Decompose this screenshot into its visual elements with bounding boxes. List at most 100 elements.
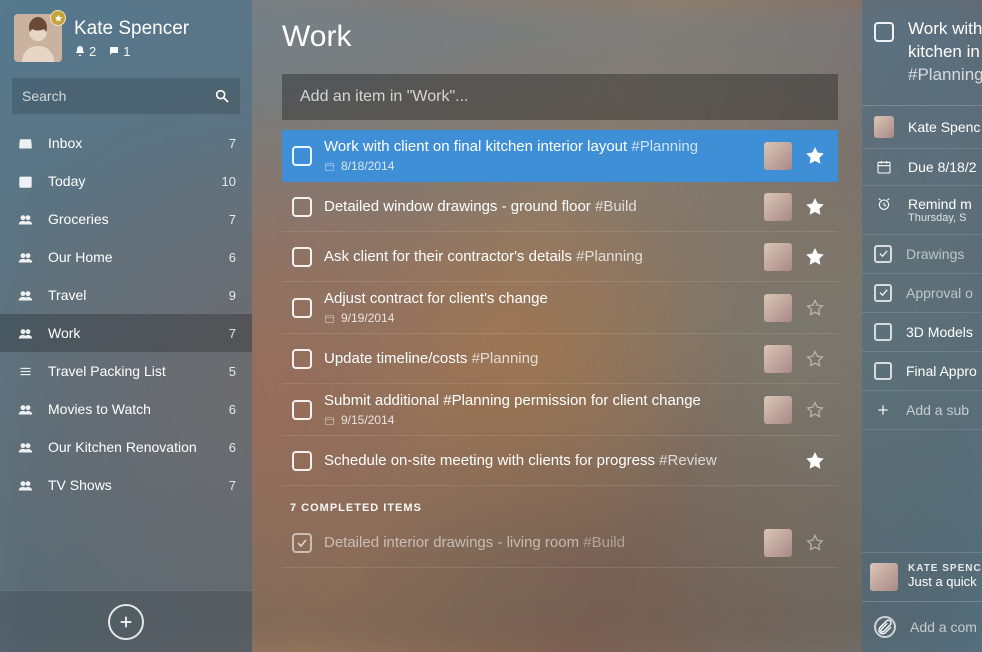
task-date: 8/18/2014 [324,159,752,173]
sidebar: Kate Spencer 2 1 Inbox 731 Today 10 Groc… [0,0,252,652]
comments-stat[interactable]: 1 [108,44,130,59]
star-button[interactable] [804,450,826,472]
nav-label: Today [48,173,222,189]
search-input[interactable] [22,88,214,104]
people-icon [16,402,34,417]
bell-icon [74,45,86,57]
add-item-input[interactable]: Add an item in "Work"... [282,74,838,120]
nav-count: 7 [229,478,236,493]
task-title: Update timeline/costs #Planning [324,350,752,367]
completed-list: Detailed interior drawings - living room… [282,518,838,568]
comment-text: Just a quick [908,574,982,589]
task-row[interactable]: Adjust contract for client's change 9/19… [282,282,838,334]
add-list-button[interactable] [108,604,144,640]
star-button[interactable] [804,145,826,167]
task-row[interactable]: Detailed interior drawings - living room… [282,518,838,568]
comment-icon [108,45,120,57]
detail-title: Work with kitchen in #Planning [908,18,982,87]
task-row[interactable]: Schedule on-site meeting with clients fo… [282,436,838,486]
sidebar-item-travel[interactable]: Travel 9 [0,276,252,314]
main-panel: Work Add an item in "Work"... Work with … [252,0,862,652]
calendar-icon [874,159,894,175]
sidebar-item-today[interactable]: 31 Today 10 [0,162,252,200]
task-title: Ask client for their contractor's detail… [324,248,752,265]
task-row[interactable]: Ask client for their contractor's detail… [282,232,838,282]
subtask-checkbox[interactable] [874,284,892,302]
assignee-avatar [764,345,792,373]
nav-label: Work [48,325,229,341]
task-list: Work with client on final kitchen interi… [282,130,838,486]
subtask-row[interactable]: Drawings [862,235,982,274]
task-row[interactable]: Work with client on final kitchen interi… [282,130,838,182]
subtask-row[interactable]: 3D Models [862,313,982,352]
sidebar-item-travel-packing-list[interactable]: Travel Packing List 5 [0,352,252,390]
avatar-wrap[interactable] [14,14,62,62]
sidebar-item-groceries[interactable]: Groceries 7 [0,200,252,238]
task-checkbox[interactable] [292,298,312,318]
task-row[interactable]: Update timeline/costs #Planning [282,334,838,384]
user-name[interactable]: Kate Spencer [74,18,189,40]
star-button[interactable] [804,348,826,370]
people-icon [16,440,34,455]
task-checkbox[interactable] [292,247,312,267]
subtask-checkbox[interactable] [874,245,892,263]
star-button[interactable] [804,297,826,319]
add-subtask[interactable]: Add a sub [862,391,982,430]
nav-label: Our Kitchen Renovation [48,439,229,455]
subtask-row[interactable]: Approval o [862,274,982,313]
people-icon [16,478,34,493]
comment-avatar [870,563,898,591]
nav-count: 9 [229,288,236,303]
nav-count: 7 [229,136,236,151]
sidebar-item-work[interactable]: Work 7 [0,314,252,352]
add-comment[interactable]: Add a com [862,601,982,652]
star-button[interactable] [804,532,826,554]
assignee-avatar [764,294,792,322]
assignee-avatar [764,396,792,424]
nav-label: Inbox [48,135,229,151]
task-checkbox[interactable] [292,349,312,369]
subtask-label: Final Appro [906,363,977,379]
sidebar-item-inbox[interactable]: Inbox 7 [0,124,252,162]
task-title: Adjust contract for client's change [324,290,752,307]
nav-label: Our Home [48,249,229,265]
sidebar-item-tv-shows[interactable]: TV Shows 7 [0,466,252,504]
task-row[interactable]: Detailed window drawings - ground floor … [282,182,838,232]
detail-reminder[interactable]: Remind m Thursday, S [862,186,982,235]
subtask-checkbox[interactable] [874,362,892,380]
subtask-list: Drawings Approval o 3D Models Final Appr… [862,235,982,391]
search-box[interactable] [12,78,240,114]
detail-checkbox[interactable] [874,22,894,42]
nav-label: Travel [48,287,229,303]
task-title: Detailed interior drawings - living room… [324,534,752,551]
list-title: Work [282,20,838,54]
star-button[interactable] [804,399,826,421]
star-button[interactable] [804,196,826,218]
task-checkbox[interactable] [292,146,312,166]
sidebar-item-our-kitchen-renovation[interactable]: Our Kitchen Renovation 6 [0,428,252,466]
sidebar-item-movies-to-watch[interactable]: Movies to Watch 6 [0,390,252,428]
task-checkbox[interactable] [292,197,312,217]
task-title: Work with client on final kitchen interi… [324,138,752,155]
subtask-checkbox[interactable] [874,323,892,341]
task-row[interactable]: Submit additional #Planning permission f… [282,384,838,436]
subtask-label: 3D Models [906,324,973,340]
assignee-avatar [874,116,894,138]
task-checkbox[interactable] [292,451,312,471]
subtask-row[interactable]: Final Appro [862,352,982,391]
nav-count: 6 [229,402,236,417]
detail-due[interactable]: Due 8/18/2 [862,149,982,186]
sidebar-item-our-home[interactable]: Our Home 6 [0,238,252,276]
people-icon [16,212,34,227]
assignee-avatar [764,142,792,170]
completed-header[interactable]: 7 COMPLETED ITEMS [290,502,838,514]
detail-assigned[interactable]: Kate Spenc [862,106,982,149]
task-checkbox[interactable] [292,400,312,420]
people-icon [16,288,34,303]
task-checkbox[interactable] [292,533,312,553]
nav-count: 6 [229,250,236,265]
detail-comment: KATE SPENCE Just a quick [862,552,982,601]
notifications-stat[interactable]: 2 [74,44,96,59]
detail-panel: Work with kitchen in #Planning Kate Spen… [862,0,982,652]
star-button[interactable] [804,246,826,268]
